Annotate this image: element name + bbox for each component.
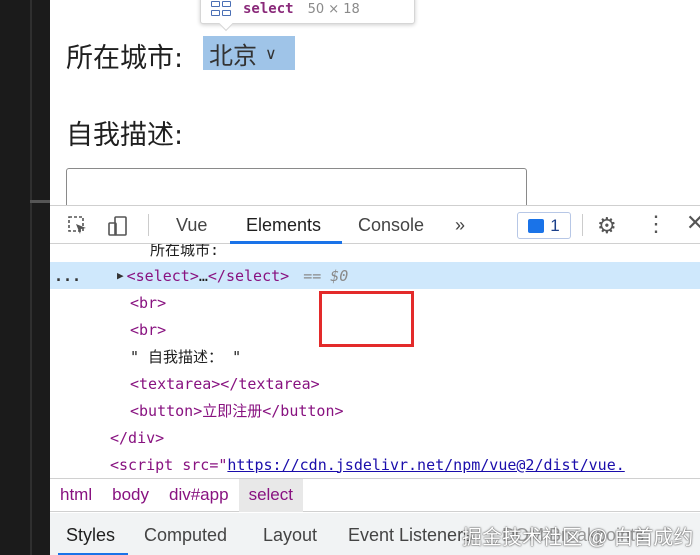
breadcrumb-select[interactable]: select — [238, 478, 303, 512]
select-open-tag: <select> — [126, 266, 199, 285]
subtab-computed[interactable]: Computed — [144, 525, 227, 546]
device-toggle-icon[interactable] — [104, 212, 132, 240]
issues-button[interactable]: 1 — [517, 212, 571, 239]
message-icon — [528, 218, 545, 233]
subtab-styles[interactable]: Styles — [66, 525, 115, 546]
br-tag: <br> — [130, 320, 167, 339]
row-actions-ellipsis[interactable]: ... — [54, 267, 81, 285]
page-preview: select 50 × 18 所在城市: 北京 ∨ 自我描述: — [50, 0, 700, 218]
select-close-tag: </select> — [207, 266, 290, 285]
partial-text: 所在城市: — [150, 244, 220, 259]
description-label: 自我描述: — [66, 120, 184, 151]
watermark-text: 掘金技术社区 @ 白首成约 — [462, 527, 694, 549]
tab-vue[interactable]: Vue — [176, 215, 207, 236]
dom-line-textarea[interactable]: <textarea></textarea> — [50, 370, 700, 397]
breadcrumb-body[interactable]: body — [102, 485, 159, 505]
strip-edge — [30, 0, 32, 555]
button-tag: <button>立即注册</button> — [130, 402, 344, 420]
close-icon[interactable]: ✕ — [686, 210, 700, 236]
dom-line-script[interactable]: <script src=" https://cdn.jsdelivr.net/n… — [50, 451, 700, 476]
city-select[interactable]: 北京 ∨ — [203, 36, 295, 70]
grid-icon — [211, 1, 231, 17]
console-ref: == $0 — [303, 266, 349, 285]
dom-line-select[interactable]: ... ▶ <select> … </select> == $0 — [50, 262, 700, 289]
br-tag: <br> — [130, 293, 167, 312]
kebab-menu-icon[interactable]: ⋮ — [645, 211, 667, 237]
breadcrumb: html body div#app select — [50, 478, 700, 512]
city-label: 所在城市: — [66, 43, 184, 74]
annotation-highlight-box — [319, 291, 414, 347]
chevron-down-icon: ∨ — [265, 43, 277, 63]
city-select-value: 北京 — [209, 41, 257, 70]
dom-tree: 所在城市: ... ▶ <select> … </select> == $0 <… — [50, 244, 700, 476]
text-node: " 自我描述： " — [130, 348, 242, 366]
issues-count: 1 — [550, 215, 560, 235]
left-dark-strip — [0, 0, 50, 555]
script-open-tag: <script src=" — [110, 455, 228, 474]
textarea-tag: <textarea></textarea> — [130, 374, 320, 393]
inspect-tooltip: select 50 × 18 — [200, 0, 415, 32]
tab-elements[interactable]: Elements — [246, 215, 321, 236]
breadcrumb-div-app[interactable]: div#app — [159, 485, 239, 505]
subtab-event-listeners[interactable]: Event Listeners — [348, 525, 472, 546]
devtools-panel: Vue Elements Console » 1 ⚙ ⋮ ✕ 所在城市: ...… — [50, 205, 700, 555]
tooltip-arrow — [218, 16, 234, 32]
gear-icon[interactable]: ⚙ — [597, 213, 617, 239]
strip-notch — [30, 200, 50, 203]
toolbar-separator — [148, 214, 149, 236]
tooltip-tag: select — [243, 1, 294, 17]
dom-line-text[interactable]: " 自我描述： " — [50, 343, 700, 370]
breadcrumb-html[interactable]: html — [50, 485, 102, 505]
styles-subtabs: Styles Computed Layout Event Listeners D… — [50, 513, 700, 555]
tooltip-dims: 50 × 18 — [307, 1, 360, 17]
dom-line-button[interactable]: <button>立即注册</button> — [50, 397, 700, 424]
toolbar-separator — [582, 214, 583, 236]
tab-console[interactable]: Console — [358, 215, 424, 236]
inspect-element-icon[interactable] — [64, 212, 92, 240]
script-src-link[interactable]: https://cdn.jsdelivr.net/npm/vue@2/dist/… — [227, 456, 624, 474]
dom-line-partial[interactable]: 所在城市: — [50, 244, 700, 263]
div-close-tag: </div> — [110, 428, 165, 447]
select-collapsed: … — [198, 266, 208, 285]
dom-line-div-close[interactable]: </div> — [50, 424, 700, 451]
subtab-layout[interactable]: Layout — [263, 525, 317, 546]
more-tabs-button[interactable]: » — [455, 215, 465, 236]
devtools-toolbar: Vue Elements Console » 1 ⚙ ⋮ ✕ — [50, 206, 700, 244]
